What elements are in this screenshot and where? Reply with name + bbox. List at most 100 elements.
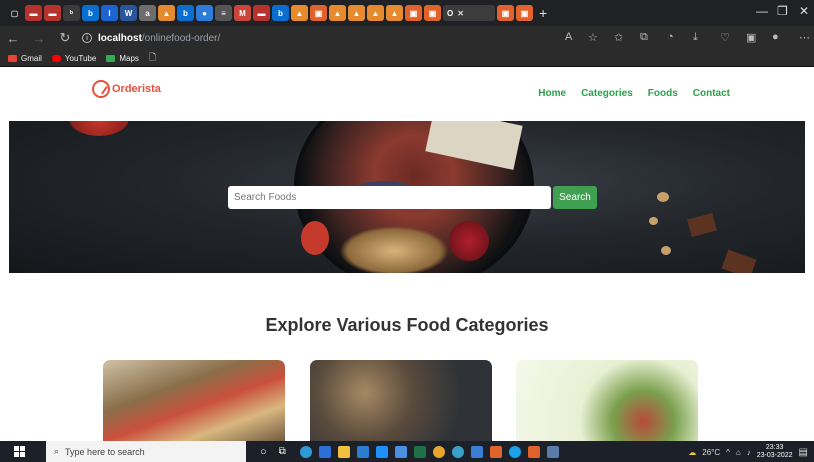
cherries-decor xyxy=(449,221,489,261)
tab-favicon[interactable]: b xyxy=(82,5,99,21)
nut-decor xyxy=(649,217,658,225)
forward-icon[interactable]: → xyxy=(26,31,52,46)
menu-foods[interactable]: Foods xyxy=(648,88,678,99)
tab-favicon[interactable]: ▲ xyxy=(348,5,365,21)
new-tab-icon[interactable]: + xyxy=(539,5,547,21)
tab-favicon[interactable]: M xyxy=(234,5,251,21)
bookmark-gmail[interactable]: Gmail xyxy=(8,54,42,63)
bookmark-youtube[interactable]: YouTube xyxy=(51,54,96,63)
menu-home[interactable]: Home xyxy=(538,88,566,99)
health-icon[interactable]: ♡ xyxy=(720,31,730,44)
favorites-icon[interactable]: ✩ xyxy=(614,31,623,44)
collections-icon[interactable]: ⧉ xyxy=(640,31,648,44)
tab-favicon[interactable]: ▣ xyxy=(424,5,441,21)
category-card-pasta[interactable] xyxy=(310,360,492,442)
weather-icon[interactable]: ☁ xyxy=(688,448,696,457)
history-icon[interactable]: ◔ xyxy=(667,31,674,43)
cortana-icon[interactable]: ○ xyxy=(260,446,267,458)
gmail-icon xyxy=(8,54,17,62)
tab-favicon[interactable]: ᵇ xyxy=(63,5,80,21)
site-header: Orderista Home Categories Foods Contact xyxy=(0,67,814,121)
tab-favicon[interactable]: ▬ xyxy=(25,5,42,21)
mail-icon[interactable] xyxy=(356,445,369,458)
tab-favicon[interactable]: b xyxy=(272,5,289,21)
minimize-icon[interactable]: — xyxy=(756,4,768,18)
reload-icon[interactable]: ↻ xyxy=(52,30,78,46)
store-icon[interactable] xyxy=(318,445,331,458)
tab-favicon[interactable]: ▣ xyxy=(310,5,327,21)
downloads-icon[interactable]: ⤓ xyxy=(693,31,698,44)
taskbar-search-box[interactable]: ⌕ Type here to search xyxy=(46,441,246,462)
hero-banner: Search xyxy=(9,121,805,273)
address-bar-row: ← → ↻ i localhost/onlinefood-order/ xyxy=(0,26,814,50)
tab-favicon[interactable]: ▲ xyxy=(291,5,308,21)
excel-icon[interactable] xyxy=(413,445,426,458)
menu-contact[interactable]: Contact xyxy=(693,88,730,99)
url-path: /onlinefood-order/ xyxy=(141,32,221,44)
site-logo[interactable]: Orderista xyxy=(92,80,161,98)
tab-favicon[interactable]: ● xyxy=(196,5,213,21)
info-icon[interactable]: i xyxy=(82,33,92,43)
address-field[interactable]: i localhost/onlinefood-order/ xyxy=(82,33,220,44)
add-favorite-icon[interactable]: ☆ xyxy=(588,31,598,44)
tab-favicon[interactable]: I xyxy=(101,5,118,21)
tab-favicon[interactable]: ▬ xyxy=(253,5,270,21)
chocolate-decor xyxy=(687,212,717,238)
speaker-icon[interactable]: ♪ xyxy=(747,448,751,457)
tab-favicon[interactable]: ▲ xyxy=(386,5,403,21)
oats-decor xyxy=(339,226,449,273)
file-explorer-icon[interactable] xyxy=(337,445,350,458)
clock-time: 23:33 xyxy=(765,444,784,451)
system-tray: ☁ 26°C ^ ⌂ ♪ 23:33 23-03-2022 ▤ xyxy=(688,444,808,460)
tab-favicon[interactable]: ▣ xyxy=(497,5,514,21)
notifications-icon[interactable]: ▤ xyxy=(799,447,808,458)
search-foods-input[interactable] xyxy=(228,186,551,209)
tab-favicon[interactable]: b xyxy=(177,5,194,21)
more-menu-icon[interactable]: ⋯ xyxy=(799,31,810,44)
tab-actions-icon[interactable]: ▢ xyxy=(6,5,23,21)
app-icon[interactable] xyxy=(546,445,559,458)
edge-icon[interactable] xyxy=(299,445,312,458)
app-icon[interactable] xyxy=(508,445,521,458)
category-card-salad[interactable] xyxy=(516,360,698,442)
tab-favicon[interactable]: ▬ xyxy=(44,5,61,21)
powerpoint-icon[interactable] xyxy=(527,445,540,458)
close-icon[interactable]: ✕ xyxy=(457,9,464,18)
chrome-icon[interactable] xyxy=(432,445,445,458)
chevron-up-icon[interactable]: ^ xyxy=(726,448,730,457)
app-icon[interactable] xyxy=(451,445,464,458)
app-icon[interactable] xyxy=(470,445,483,458)
search-button[interactable]: Search xyxy=(553,186,597,209)
url-host: localhost xyxy=(98,32,142,44)
windows-start-icon[interactable] xyxy=(8,446,30,457)
page-icon[interactable]: 🗋 xyxy=(149,50,156,66)
app-icon[interactable] xyxy=(489,445,502,458)
app-icon[interactable] xyxy=(394,445,407,458)
task-view-icon[interactable]: ⧉ xyxy=(279,446,286,457)
tab-favicon[interactable]: ▣ xyxy=(405,5,422,21)
tab-favicon[interactable]: ≡ xyxy=(215,5,232,21)
read-aloud-icon[interactable]: A xyxy=(565,31,572,43)
tab-favicon[interactable]: ▲ xyxy=(329,5,346,21)
category-card-sandwich[interactable] xyxy=(103,360,285,442)
bookmark-maps[interactable]: Maps xyxy=(106,54,139,63)
temperature-label[interactable]: 26°C xyxy=(702,448,720,457)
tab-active[interactable]: O ✕ xyxy=(443,5,495,21)
clock[interactable]: 23:33 23-03-2022 xyxy=(757,444,793,460)
bookmark-label: Gmail xyxy=(21,53,42,63)
restore-icon[interactable]: ❐ xyxy=(777,4,788,18)
taskbar-search-placeholder: Type here to search xyxy=(65,446,145,457)
tab-favicon[interactable]: a xyxy=(139,5,156,21)
close-window-icon[interactable]: ✕ xyxy=(799,4,809,18)
network-icon[interactable]: ⌂ xyxy=(736,448,741,457)
tab-favicon[interactable]: W xyxy=(120,5,137,21)
back-icon[interactable]: ← xyxy=(0,31,26,46)
profile-avatar-icon[interactable]: ● xyxy=(772,31,779,43)
app-icon[interactable] xyxy=(375,445,388,458)
search-icon: ⌕ xyxy=(54,446,60,456)
menu-categories[interactable]: Categories xyxy=(581,88,633,99)
tab-favicon[interactable]: ▲ xyxy=(158,5,175,21)
screenshot-icon[interactable]: ▣ xyxy=(746,31,756,44)
tab-favicon[interactable]: ▣ xyxy=(516,5,533,21)
tab-favicon[interactable]: ▲ xyxy=(367,5,384,21)
